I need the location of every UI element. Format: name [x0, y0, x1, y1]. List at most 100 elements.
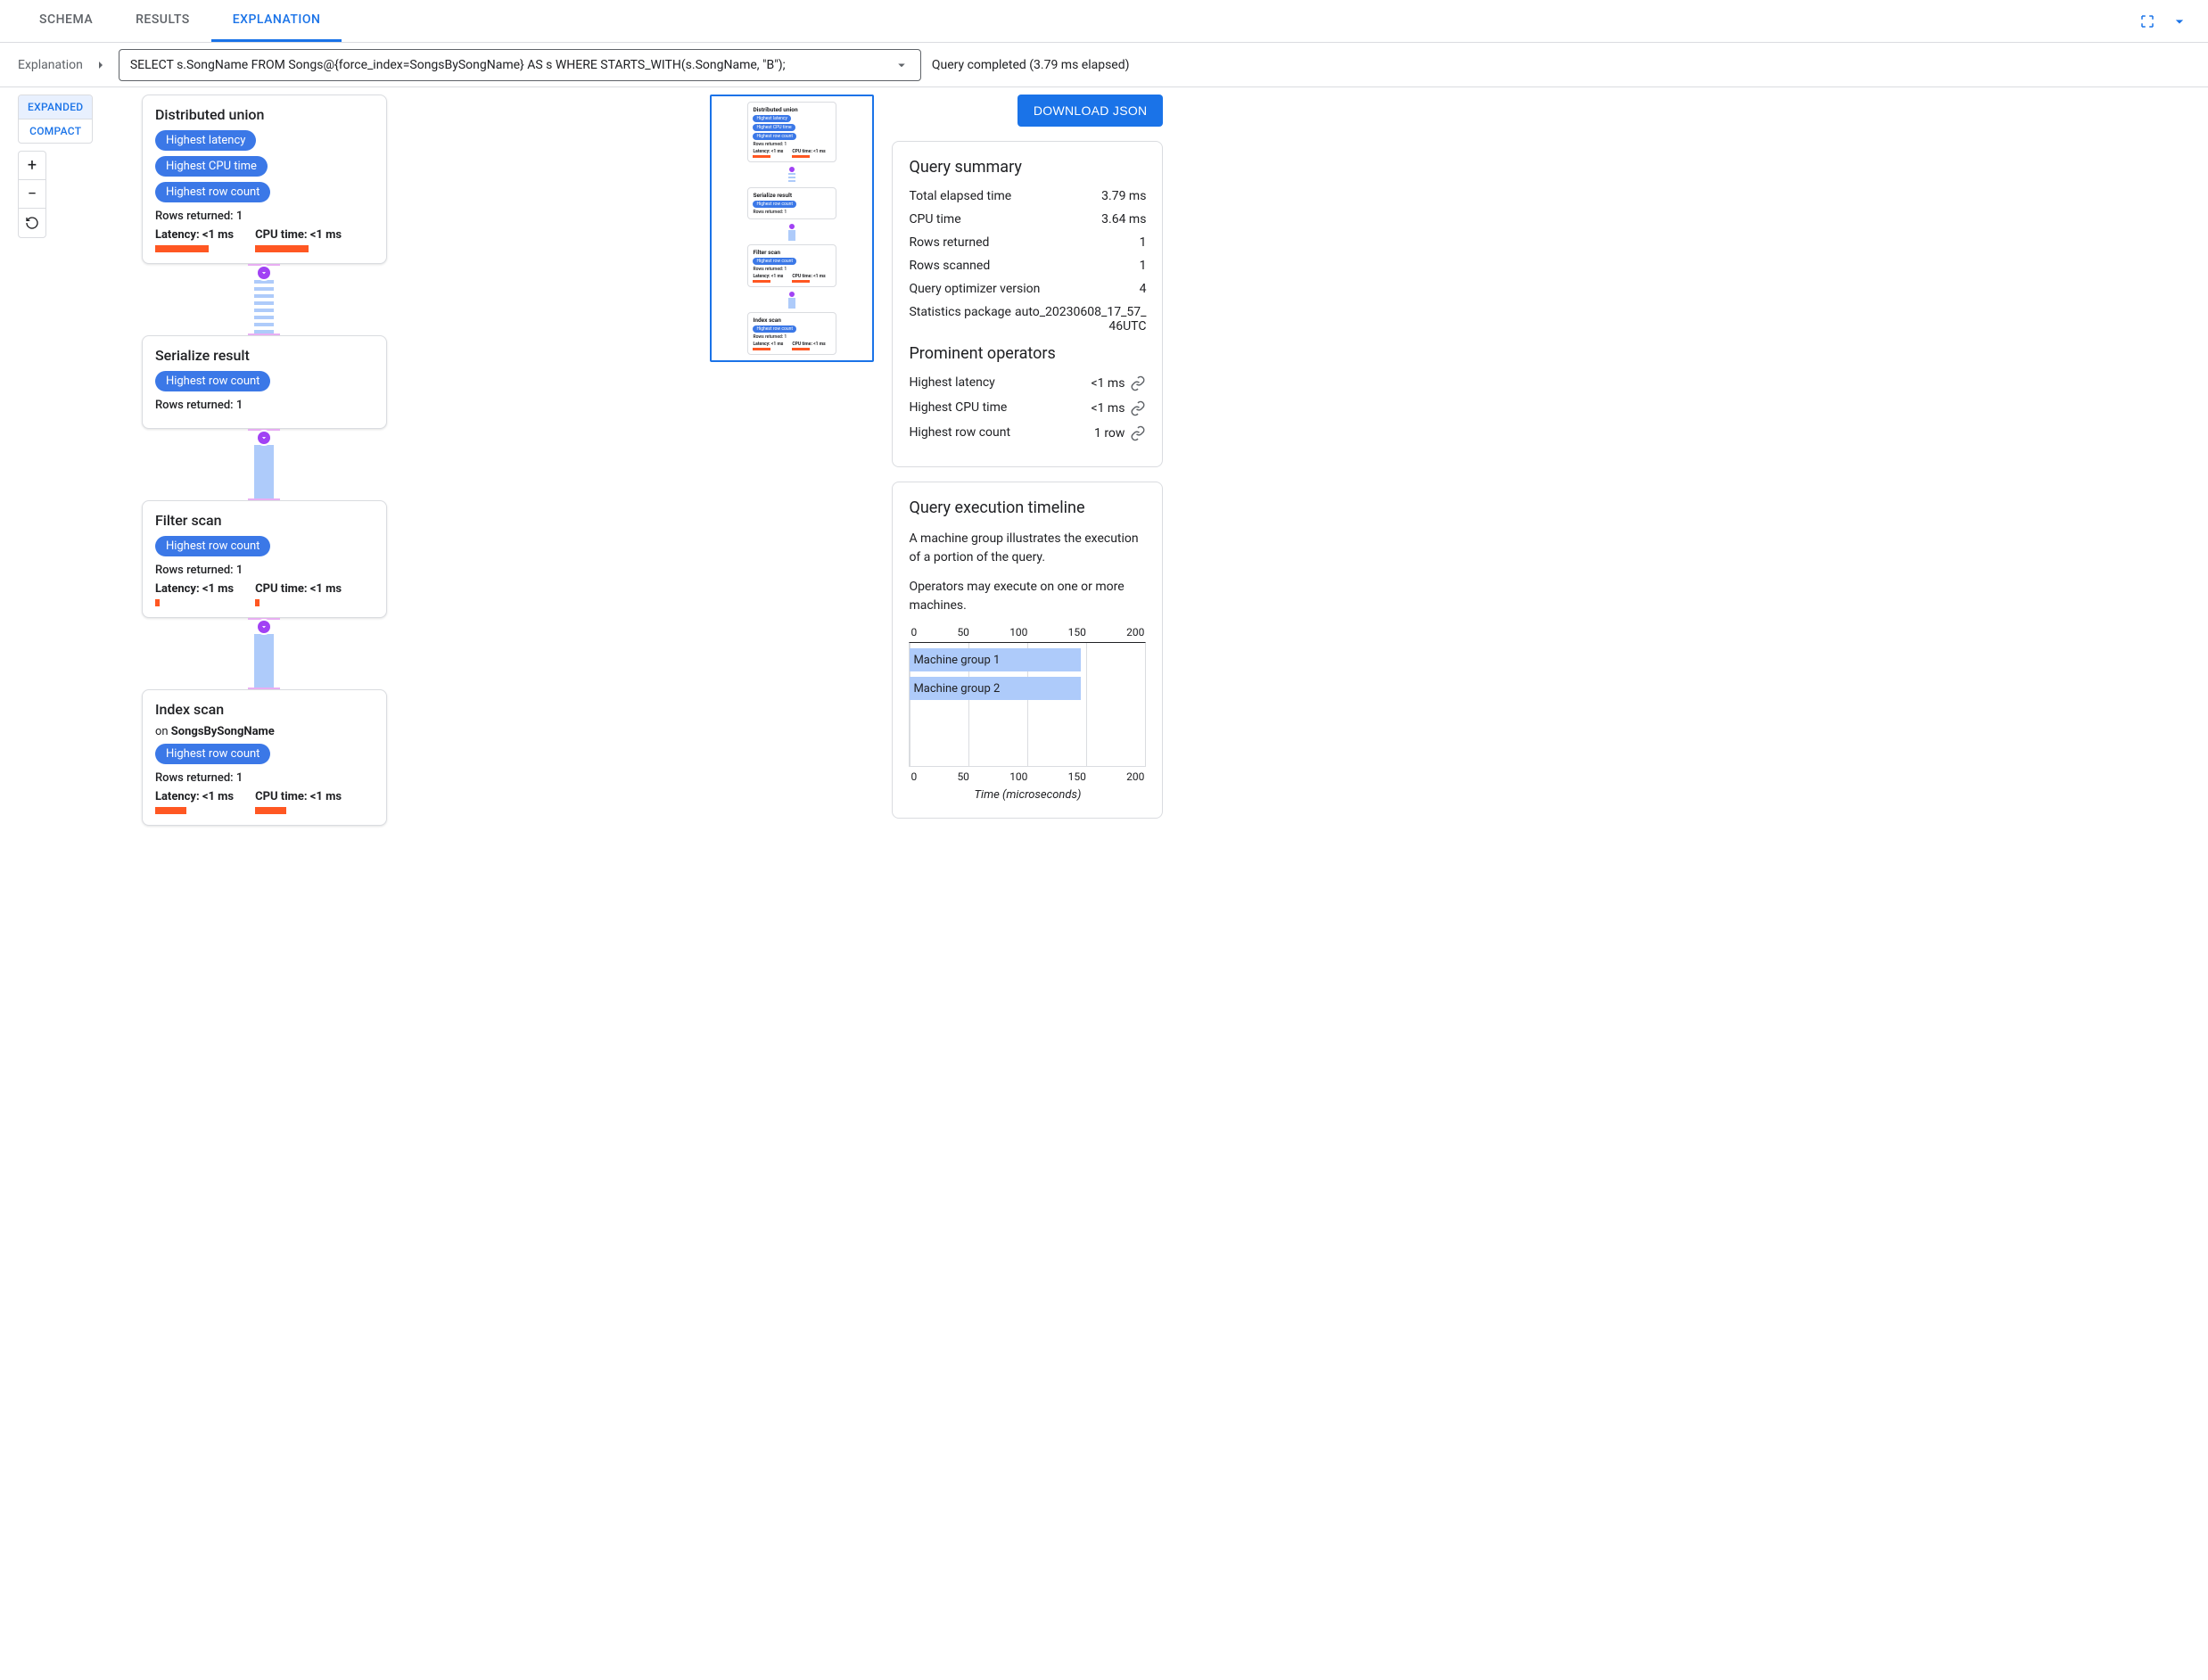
- minimap-col: Distributed unionHighest latencyHighest …: [710, 95, 874, 362]
- prominent-value[interactable]: <1 ms: [1091, 375, 1146, 391]
- chevron-right-icon: [94, 58, 108, 72]
- view-controls: EXPANDED COMPACT + −: [18, 95, 93, 238]
- expand-edge-icon[interactable]: [256, 265, 272, 281]
- query-summary-card: Query summary Total elapsed time3.79 msC…: [892, 141, 1163, 467]
- download-json-button[interactable]: DOWNLOAD JSON: [1017, 95, 1164, 127]
- chevron-down-icon[interactable]: [2169, 11, 2190, 32]
- tick-label: 200: [1126, 626, 1144, 638]
- node-chip: Highest row count: [155, 744, 270, 764]
- link-icon[interactable]: [1130, 425, 1146, 441]
- view-compact[interactable]: COMPACT: [19, 119, 92, 143]
- node-chip: Highest CPU time: [155, 156, 268, 177]
- view-toggle: EXPANDED COMPACT: [18, 95, 93, 144]
- tick-label: 200: [1126, 770, 1144, 783]
- cpu-bar: [255, 807, 286, 814]
- timeline-heading: Query execution timeline: [909, 498, 1146, 517]
- tick-label: 0: [910, 626, 917, 638]
- prominent-key: Highest row count: [909, 425, 1010, 440]
- fullscreen-icon[interactable]: [2137, 11, 2158, 32]
- timeline-desc1: A machine group illustrates the executio…: [909, 530, 1146, 567]
- timeline-chart: 050100150200 Machine group 1Machine grou…: [909, 626, 1146, 802]
- plan-node[interactable]: Serialize result Highest row count Rows re…: [142, 335, 387, 429]
- view-expanded[interactable]: EXPANDED: [19, 95, 92, 119]
- prominent-row: Highest CPU time <1 ms: [909, 400, 1146, 416]
- tick-label: 100: [1009, 626, 1027, 638]
- minimap[interactable]: Distributed unionHighest latencyHighest …: [710, 95, 874, 362]
- zoom-reset-button[interactable]: [19, 209, 45, 237]
- tick-label: 100: [1009, 770, 1027, 783]
- summary-value: 4: [1140, 282, 1147, 296]
- link-icon[interactable]: [1130, 375, 1146, 391]
- timeline-card: Query execution timeline A machine group…: [892, 482, 1163, 819]
- node-title: Index scan: [155, 701, 374, 718]
- prominent-key: Highest CPU time: [909, 400, 1007, 415]
- zoom-in-button[interactable]: +: [19, 152, 45, 180]
- tab-schema[interactable]: SCHEMA: [18, 0, 114, 42]
- status-text: Query completed (3.79 ms elapsed): [932, 58, 1130, 72]
- cpu-bar: [255, 599, 260, 606]
- node-cpu: CPU time: <1 ms: [255, 790, 342, 803]
- node-latency: Latency: <1 ms: [155, 228, 234, 242]
- tabs: SCHEMA RESULTS EXPLANATION: [18, 0, 342, 42]
- summary-value: 3.79 ms: [1101, 189, 1146, 203]
- summary-value: 1: [1140, 235, 1147, 250]
- node-chip: Highest row count: [155, 536, 270, 556]
- link-icon[interactable]: [1130, 400, 1146, 416]
- query-text: SELECT s.SongName FROM Songs@{force_inde…: [130, 58, 894, 72]
- breadcrumb-label: Explanation: [18, 58, 83, 72]
- summary-row: Rows returned 1: [909, 235, 1146, 250]
- query-select[interactable]: SELECT s.SongName FROM Songs@{force_inde…: [119, 49, 921, 81]
- node-subtitle: on SongsBySongName: [155, 725, 374, 738]
- summary-key: Statistics package: [909, 305, 1011, 319]
- breadcrumb-row: Explanation SELECT s.SongName FROM Songs…: [0, 43, 2208, 87]
- node-rows: Rows returned: 1: [155, 771, 374, 785]
- node-chip: Highest latency: [155, 130, 257, 151]
- summary-row: Query optimizer version4: [909, 282, 1146, 296]
- tick-label: 50: [957, 770, 969, 783]
- summary-row: CPU time3.64 ms: [909, 212, 1146, 226]
- dropdown-icon[interactable]: [894, 57, 910, 73]
- zoom-out-button[interactable]: −: [19, 180, 45, 209]
- node-rows: Rows returned: 1: [155, 399, 374, 412]
- expand-edge-icon[interactable]: [256, 430, 272, 446]
- plan-edge: [103, 618, 424, 689]
- node-rows: Rows returned: 1: [155, 564, 374, 577]
- timeline-bar[interactable]: Machine group 2: [910, 677, 1080, 700]
- minimap-node: Filter scanHighest row countRows returne…: [747, 244, 836, 287]
- prominent-value[interactable]: 1 row: [1094, 425, 1146, 441]
- tab-results[interactable]: RESULTS: [114, 0, 211, 42]
- node-title: Filter scan: [155, 512, 374, 529]
- minimap-node: Distributed unionHighest latencyHighest …: [747, 102, 836, 162]
- plan-node[interactable]: Filter scan Highest row count Rows returne…: [142, 500, 387, 618]
- timeline-bar[interactable]: Machine group 1: [910, 648, 1080, 671]
- node-cpu: CPU time: <1 ms: [255, 582, 342, 596]
- main: EXPANDED COMPACT + − Distributed union Hi…: [0, 87, 2208, 844]
- summary-key: Rows scanned: [909, 259, 990, 273]
- node-title: Serialize result: [155, 347, 374, 364]
- node-chip: Highest row count: [155, 371, 270, 391]
- plan-node[interactable]: Index scan on SongsBySongName Highest row …: [142, 689, 387, 826]
- plan-node[interactable]: Distributed union Highest latency Highest …: [142, 95, 387, 264]
- prominent-row: Highest row count 1 row: [909, 425, 1146, 441]
- prominent-key: Highest latency: [909, 375, 994, 390]
- zoom-controls: + −: [18, 151, 46, 238]
- node-latency: Latency: <1 ms: [155, 582, 234, 596]
- plan-graph[interactable]: Distributed union Highest latency Highest …: [103, 95, 424, 826]
- query-summary-heading: Query summary: [909, 158, 1146, 177]
- tab-explanation[interactable]: EXPLANATION: [211, 0, 342, 42]
- prominent-heading: Prominent operators: [909, 344, 1146, 363]
- summary-value: 1: [1140, 259, 1147, 273]
- minimap-node: Serialize resultHighest row countRows re…: [747, 187, 836, 219]
- tick-label: 0: [910, 770, 917, 783]
- node-title: Distributed union: [155, 106, 374, 123]
- summary-key: Rows returned: [909, 235, 989, 250]
- node-chip: Highest row count: [155, 182, 270, 202]
- timeline-desc2: Operators may execute on one or more mac…: [909, 578, 1146, 615]
- node-cpu: CPU time: <1 ms: [255, 228, 342, 242]
- summary-value: auto_20230608_17_57_46UTC: [1012, 305, 1146, 334]
- plan-edge: [103, 429, 424, 500]
- latency-bar: [155, 599, 160, 606]
- summary-key: CPU time: [909, 212, 960, 226]
- expand-edge-icon[interactable]: [256, 619, 272, 635]
- prominent-value[interactable]: <1 ms: [1091, 400, 1146, 416]
